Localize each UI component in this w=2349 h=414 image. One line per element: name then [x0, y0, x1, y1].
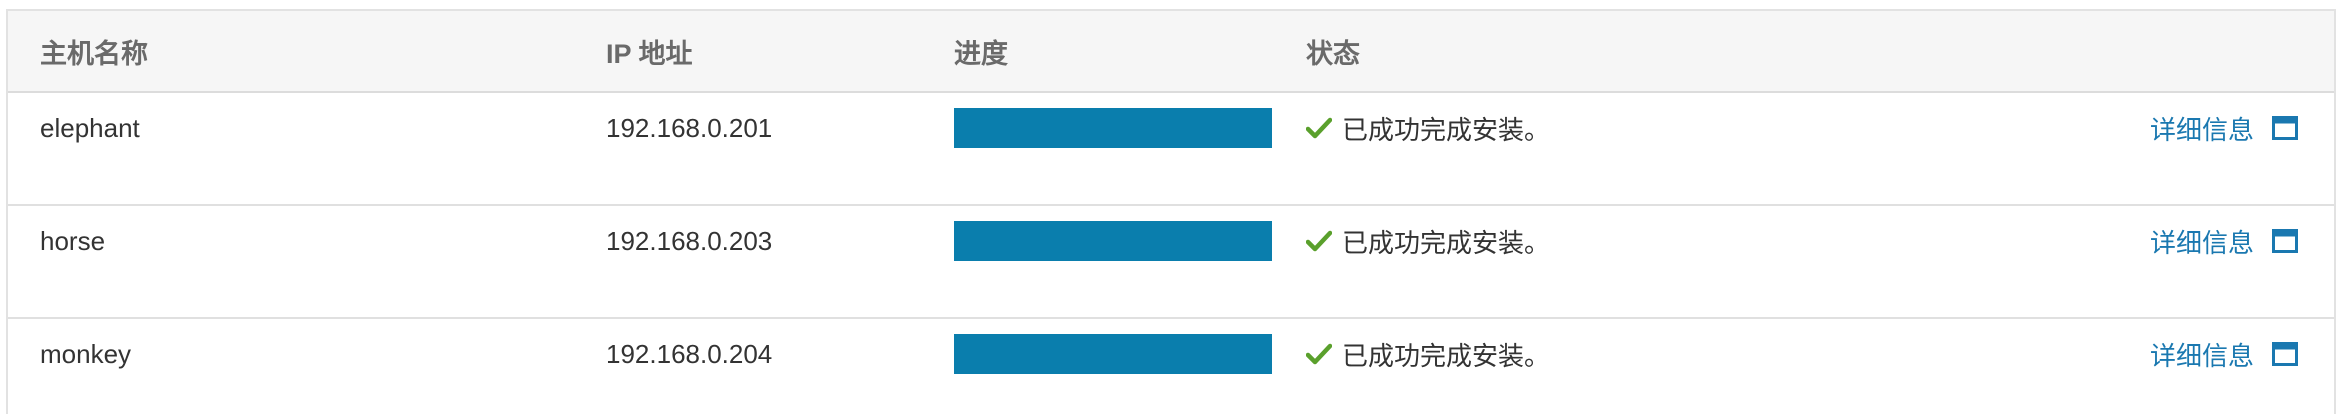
host-name: horse	[40, 225, 106, 256]
progress-bar	[954, 334, 1272, 374]
progress-cell	[954, 215, 1272, 267]
status-cell: 已成功完成安装。	[1306, 102, 1550, 154]
progress-cell	[954, 328, 1272, 380]
progress-bar	[954, 108, 1272, 148]
details-link[interactable]: 详细信息	[2150, 110, 2298, 147]
table-row: elephant 192.168.0.201 已成功完成安装。 详细信息	[8, 93, 2334, 206]
header-progress: 进度	[954, 38, 1008, 69]
header-status: 状态	[1306, 38, 1360, 69]
ip-address: 192.168.0.201	[606, 112, 773, 143]
details-cell: 详细信息	[2150, 102, 2298, 154]
progress-fill	[954, 221, 1272, 261]
host-name: monkey	[40, 338, 132, 369]
header-ip: IP 地址	[606, 38, 693, 69]
window-icon	[2272, 342, 2298, 366]
check-icon	[1306, 343, 1332, 365]
details-link[interactable]: 详细信息	[2150, 336, 2298, 373]
progress-bar	[954, 221, 1272, 261]
table-row: horse 192.168.0.203 已成功完成安装。 详细信息	[8, 206, 2334, 319]
status-text: 已成功完成安装。	[1342, 114, 1551, 145]
ip-address: 192.168.0.203	[606, 225, 773, 256]
table-header: 主机名称 IP 地址 进度 状态	[8, 11, 2334, 93]
host-name: elephant	[40, 112, 140, 143]
check-icon	[1306, 230, 1332, 252]
check-icon	[1306, 117, 1332, 139]
ip-address: 192.168.0.204	[606, 338, 773, 369]
details-link[interactable]: 详细信息	[2150, 223, 2298, 260]
table-row: monkey 192.168.0.204 已成功完成安装。 详细信息	[8, 319, 2334, 414]
details-cell: 详细信息	[2150, 328, 2298, 380]
window-icon	[2272, 116, 2298, 140]
progress-cell	[954, 102, 1272, 154]
header-host: 主机名称	[40, 38, 148, 69]
status-text: 已成功完成安装。	[1342, 340, 1551, 371]
progress-fill	[954, 334, 1272, 374]
details-label: 详细信息	[2149, 114, 2254, 145]
details-label: 详细信息	[2149, 340, 2254, 371]
status-cell: 已成功完成安装。	[1306, 215, 1550, 267]
details-label: 详细信息	[2149, 227, 2254, 258]
details-cell: 详细信息	[2150, 215, 2298, 267]
status-cell: 已成功完成安装。	[1306, 328, 1550, 380]
status-text: 已成功完成安装。	[1342, 227, 1551, 258]
hosts-table: 主机名称 IP 地址 进度 状态 elephant 192.168.0.201 …	[6, 9, 2336, 414]
progress-fill	[954, 108, 1272, 148]
window-icon	[2272, 229, 2298, 253]
